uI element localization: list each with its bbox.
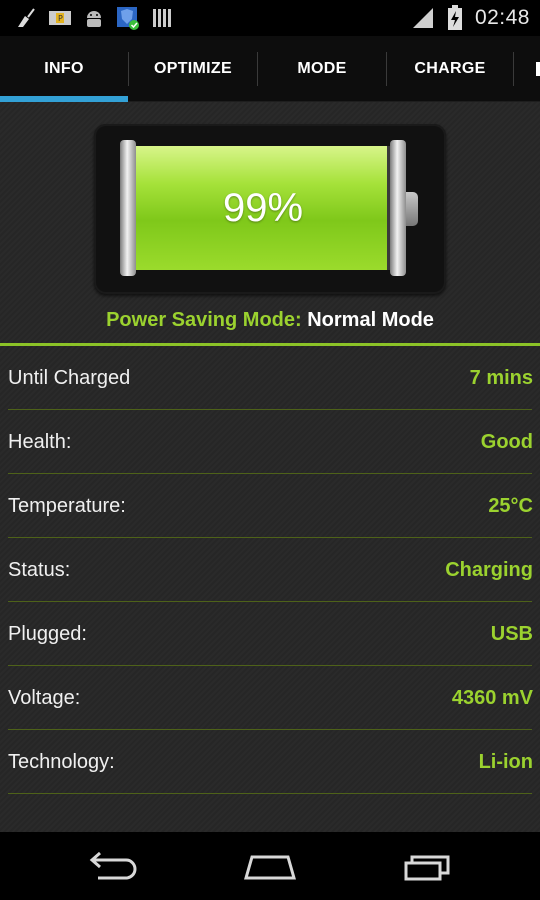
info-value: Good <box>480 430 533 453</box>
cleaner-broom-icon <box>14 6 38 30</box>
info-row-until-charged: Until Charged 7 mins <box>0 346 540 410</box>
info-value: USB <box>490 622 533 645</box>
recent-apps-icon <box>404 855 450 881</box>
back-icon <box>89 851 137 880</box>
info-row-technology: Technology: Li-ion <box>0 730 540 794</box>
android-icon <box>82 6 106 30</box>
battery-left-cap <box>120 140 136 276</box>
info-row-temperature: Temperature: 25°C <box>0 474 540 538</box>
info-label: Status: <box>8 558 71 581</box>
info-row-health: Health: Good <box>0 410 540 474</box>
info-label: Temperature: <box>8 494 126 517</box>
power-saving-label: Power Saving Mode: <box>106 309 302 331</box>
info-value: Charging <box>445 558 533 581</box>
info-value: 25°C <box>488 494 533 517</box>
battery-display: 99% <box>94 124 446 294</box>
home-icon <box>244 855 296 880</box>
battery-graphic: 99% <box>120 140 418 276</box>
parking-icon: P <box>48 6 72 30</box>
info-value: Li-ion <box>478 750 533 773</box>
tab-info[interactable]: INFO <box>0 36 128 102</box>
info-label: Technology: <box>8 750 115 773</box>
power-saving-value: Normal Mode <box>307 309 434 331</box>
back-button[interactable] <box>72 846 152 886</box>
info-row-partial <box>0 794 540 832</box>
battery-percent: 99% <box>222 185 304 230</box>
status-bar: P 02:48 <box>0 0 540 36</box>
battery-right-cap <box>390 140 406 276</box>
home-button[interactable] <box>230 846 310 886</box>
navigation-bar <box>0 832 540 900</box>
info-row-voltage: Voltage: 4360 mV <box>0 666 540 730</box>
recent-apps-button[interactable] <box>388 846 468 886</box>
info-label: Health: <box>8 430 72 453</box>
battery-terminal <box>406 192 418 226</box>
tab-optimize[interactable]: OPTIMIZE <box>129 36 257 102</box>
signal-icon <box>411 6 435 30</box>
barcode-icon <box>150 6 174 30</box>
power-saving-mode: Power Saving Mode: Normal Mode <box>0 309 540 332</box>
battery-charging-icon <box>443 5 467 30</box>
tab-partial-glyph <box>536 62 540 76</box>
shield-check-icon <box>116 6 140 30</box>
tab-next-partial[interactable] <box>514 36 540 102</box>
info-label: Until Charged <box>8 366 131 389</box>
info-label: Voltage: <box>8 686 81 709</box>
svg-text:P: P <box>58 14 63 23</box>
clock-time: 02:48 <box>474 6 530 29</box>
battery-info-list: Until Charged 7 mins Health: Good Temper… <box>0 346 540 832</box>
info-value: 4360 mV <box>451 686 533 709</box>
tab-charge[interactable]: CHARGE <box>387 36 513 102</box>
info-value: 7 mins <box>469 366 533 389</box>
info-row-status: Status: Charging <box>0 538 540 602</box>
tab-mode[interactable]: MODE <box>258 36 386 102</box>
tab-bar: INFO OPTIMIZE MODE CHARGE <box>0 36 540 102</box>
info-label: Plugged: <box>8 622 87 645</box>
info-panel: 99% Power Saving Mode: Normal Mode Until… <box>0 102 540 832</box>
info-row-plugged: Plugged: USB <box>0 602 540 666</box>
